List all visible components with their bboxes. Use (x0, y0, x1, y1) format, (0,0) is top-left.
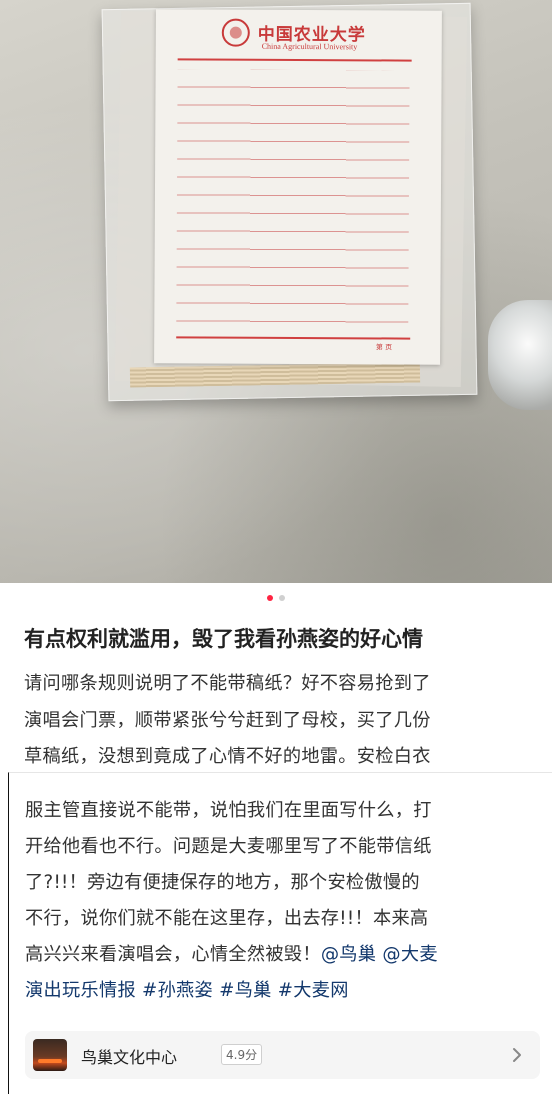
body-line: 请问哪条规则说明了不能带稿纸？好不容易抢到了 (24, 673, 431, 694)
location-thumbnail (33, 1039, 67, 1071)
image-pager (0, 595, 552, 601)
mention-link[interactable]: @大麦 (382, 944, 437, 965)
page-mark: 第 页 (375, 343, 393, 352)
university-name-en: China Agricultural University (261, 41, 358, 52)
pager-dot-active[interactable] (267, 595, 273, 601)
letter-paper: 中国农业大学 China Agricultural University 第 页 (154, 9, 442, 365)
tags-line: 演出玩乐情报 #孙燕姿 #鸟巢 #大麦网 (25, 973, 545, 1009)
body-line: 演唱会门票，顺带紧张兮兮赶到了母校，买了几份 (24, 709, 431, 731)
location-card[interactable]: 鸟巢文化中心 4.9分 (25, 1031, 540, 1079)
body-line: 了?!!！旁边有便捷保存的地方，那个安检傲慢的 (25, 872, 420, 893)
post-body-bottom: 服主管直接说不能带，说怕我们在里面写什么，打 开给他看也不行。问题是大麦哪里写了… (25, 793, 545, 1009)
body-text: 高兴兴来看演唱会，心情全然被毁！ (25, 944, 321, 965)
mention-continuation[interactable]: 演出玩乐情报 (25, 980, 136, 1001)
water-glass (488, 300, 552, 410)
ruled-lines (176, 69, 410, 333)
post-body-top: 请问哪条规则说明了不能带稿纸？好不容易抢到了 演唱会门票，顺带紧张兮兮赶到了母校… (24, 666, 530, 776)
header-rule (177, 58, 412, 62)
body-line: 草稿纸，没想到竟成了心情不好的地雷。安检白衣 (24, 746, 431, 767)
university-logo-icon (221, 18, 250, 47)
post-title: 有点权利就滥用，毁了我看孙燕姿的好心情 (24, 627, 423, 651)
body-line: 开给他看也不行。问题是大麦哪里写了不能带信纸 (25, 836, 432, 857)
hashtag-link[interactable]: #孙燕姿 (142, 980, 213, 1001)
pager-dot[interactable] (279, 595, 285, 601)
post-body-panel: 服主管直接说不能带，说怕我们在里面写什么，打 开给他看也不行。问题是大麦哪里写了… (8, 772, 552, 1094)
chevron-right-icon (513, 1048, 521, 1062)
footer-rule (176, 336, 411, 340)
mention-link[interactable]: @鸟巢 (321, 944, 376, 965)
location-name: 鸟巢文化中心 (81, 1048, 178, 1067)
body-line: 不行，说你们就不能在这里存，出去存!!！本来高 (25, 908, 429, 929)
location-rating: 4.9分 (221, 1044, 263, 1065)
body-line: 服主管直接说不能带，说怕我们在里面写什么，打 (25, 800, 432, 821)
body-line-with-mentions: 高兴兴来看演唱会，心情全然被毁！@鸟巢 @大麦 (25, 937, 545, 973)
hashtag-link[interactable]: #大麦网 (278, 980, 349, 1001)
post-photo[interactable]: 中国农业大学 China Agricultural University 第 页 (0, 0, 552, 583)
hashtag-link[interactable]: #鸟巢 (219, 980, 272, 1001)
